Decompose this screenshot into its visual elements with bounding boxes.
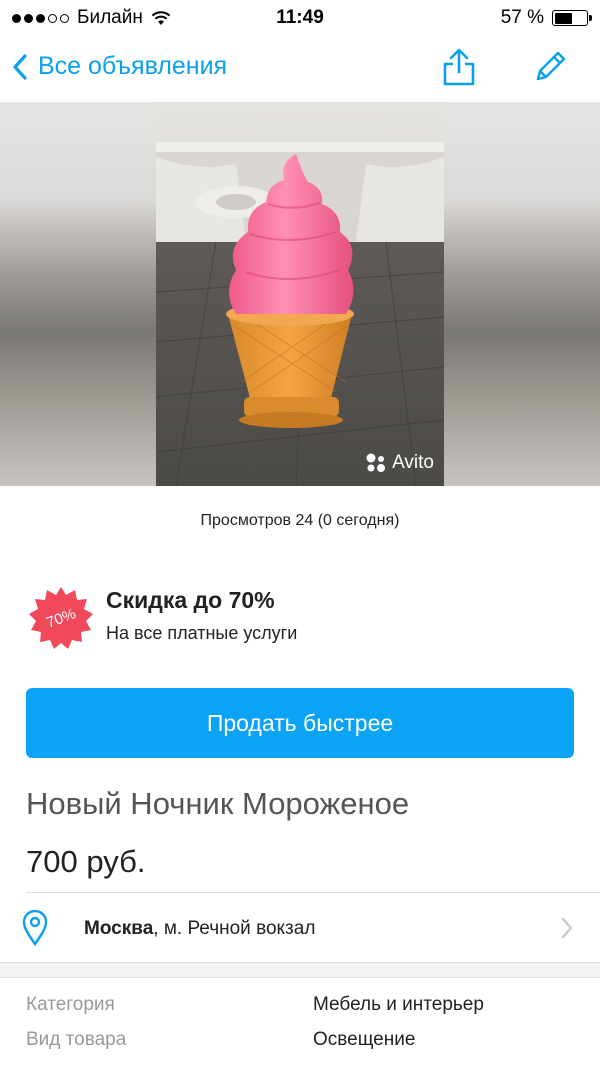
back-button[interactable]: Все объявления bbox=[12, 52, 227, 81]
location-text: Москва, м. Речной вокзал bbox=[84, 918, 315, 940]
location-pin-icon bbox=[22, 910, 48, 946]
divider bbox=[26, 892, 600, 893]
back-label: Все объявления bbox=[38, 52, 228, 80]
param-key-category: Категория bbox=[26, 994, 115, 1015]
promo-title: Скидка до 70% bbox=[106, 587, 275, 613]
views-count: Просмотров 24 (0 сегодня) bbox=[200, 512, 400, 529]
location-metro: , м. Речной вокзал bbox=[153, 918, 316, 939]
location-city: Москва bbox=[84, 918, 154, 939]
photo-gallery[interactable]: Avito bbox=[0, 102, 600, 486]
gallery-blur-left bbox=[0, 102, 156, 486]
edit-pencil-icon[interactable] bbox=[533, 48, 569, 84]
status-bar: Билайн 11:49 57 % bbox=[0, 0, 600, 36]
listing-price: 700 руб. bbox=[26, 844, 146, 879]
battery-level bbox=[554, 12, 572, 24]
location-row[interactable]: Москва, м. Речной вокзал bbox=[0, 894, 600, 962]
share-icon[interactable] bbox=[441, 46, 477, 88]
param-value-category: Мебель и интерьер bbox=[313, 994, 484, 1015]
chevron-right-icon bbox=[561, 917, 573, 939]
listing-photo[interactable]: Avito bbox=[156, 102, 444, 486]
promo-subtitle: На все платные услуги bbox=[106, 623, 298, 643]
avito-logo-icon bbox=[366, 453, 386, 472]
gallery-blur-right bbox=[444, 102, 600, 486]
discount-badge-icon: 70% bbox=[29, 587, 93, 649]
param-value-type: Освещение bbox=[313, 1029, 416, 1050]
section-gap bbox=[0, 962, 600, 978]
listing-title: Новый Ночник Мороженое bbox=[26, 786, 410, 821]
sell-faster-button[interactable]: Продать быстрее bbox=[26, 688, 574, 758]
param-key-type: Вид товара bbox=[26, 1029, 127, 1050]
status-right: 57 % bbox=[500, 7, 592, 29]
battery-percent: 57 % bbox=[500, 7, 544, 28]
ice-cream-lamp-image bbox=[156, 102, 444, 486]
chevron-left-icon bbox=[13, 53, 27, 80]
battery-icon bbox=[552, 10, 592, 26]
watermark-text: Avito bbox=[392, 452, 434, 473]
navigation-bar: Все объявления bbox=[0, 36, 600, 102]
avito-watermark: Avito bbox=[365, 452, 434, 474]
